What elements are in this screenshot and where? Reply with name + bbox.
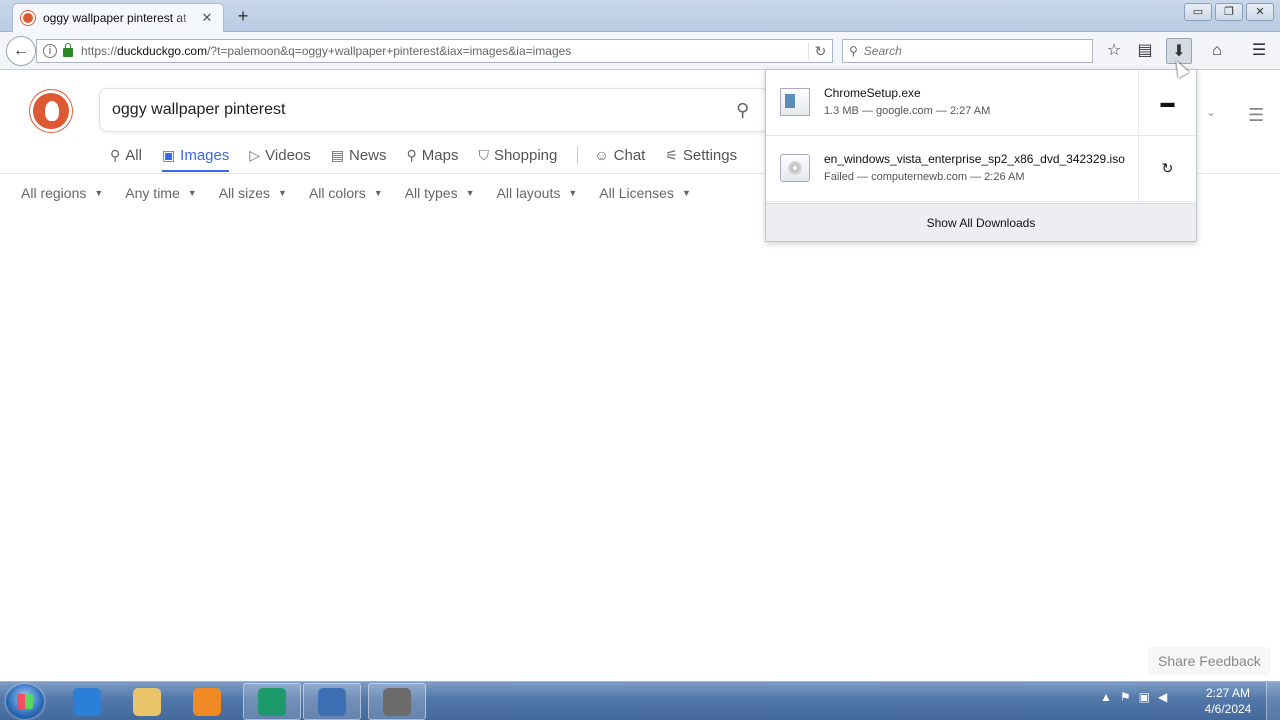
title-bar: oggy wallpaper pinterest at ✕ + ▭ ❐ ✕	[0, 0, 1280, 32]
taskbar-app-pale-moon[interactable]	[243, 683, 301, 720]
download-filename: ChromeSetup.exe	[824, 86, 921, 100]
settings-sliders-icon: ⚟	[665, 146, 678, 163]
duckduckgo-favicon-icon	[21, 11, 35, 25]
caret-down-icon: ▼	[278, 188, 287, 198]
caret-down-icon: ▼	[94, 188, 104, 198]
home-icon[interactable]: ⌂	[1204, 38, 1230, 64]
taskbar-app-file-explorer[interactable]	[118, 683, 176, 720]
image-icon: ▣	[161, 146, 176, 163]
caret-down-icon: ▼	[465, 188, 475, 198]
bookmark-star-icon[interactable]: ☆	[1101, 38, 1127, 64]
action-center-flag-icon[interactable]: ⚑	[1120, 690, 1131, 704]
filter-color[interactable]: All colors ▼	[309, 185, 383, 201]
tab-news[interactable]: ▤ News	[331, 140, 387, 170]
taskbar-app-app[interactable]	[368, 683, 426, 720]
minimize-button[interactable]: ▭	[1184, 3, 1212, 21]
filter-layout[interactable]: All layouts ▼	[497, 185, 578, 201]
news-icon: ▤	[330, 146, 344, 163]
ddg-search-icon[interactable]: ⚲	[736, 100, 749, 121]
media-player-icon	[193, 687, 221, 716]
system-tray: ▲ ⚑ ▣ ◀	[1100, 690, 1167, 704]
caret-down-icon: ▼	[373, 188, 383, 198]
filter-time[interactable]: Any time ▼	[125, 185, 196, 201]
download-status: 1.3 MB — google.com — 2:27 AM	[824, 105, 991, 117]
download-item[interactable]: ChromeSetup.exe 1.3 MB — google.com — 2:…	[766, 70, 1196, 136]
restore-button[interactable]: ❐	[1215, 3, 1243, 21]
windows-taskbar: ▲ ⚑ ▣ ◀ 2:27 AM 4/6/2024	[0, 681, 1280, 720]
taskbar-app-internet-explorer[interactable]	[58, 683, 116, 720]
filter-size[interactable]: All sizes ▼	[219, 185, 287, 201]
menu-icon[interactable]: ☰	[1246, 38, 1272, 64]
tab-videos[interactable]: ▷ Videos	[249, 140, 310, 170]
pale-moon-icon	[258, 687, 286, 716]
tab-maps[interactable]: ⚲ Maps	[407, 140, 459, 170]
caret-down-icon: ▼	[568, 188, 578, 198]
volume-muted-icon[interactable]: ◀	[1158, 690, 1167, 704]
caret-down-icon: ▼	[681, 188, 691, 198]
ddg-menu-icon[interactable]: ☰	[1248, 105, 1264, 126]
taskbar-app-virtualbox[interactable]	[303, 683, 361, 720]
filter-license[interactable]: All Licenses ▼	[599, 185, 691, 201]
filter-type[interactable]: All types ▼	[405, 185, 475, 201]
tab-divider	[577, 146, 579, 164]
iso-file-icon	[780, 154, 810, 182]
settings-button[interactable]: ⚟ Settings	[665, 140, 737, 170]
url-bar[interactable]: i https://duckduckgo.com/?t=palemoon&q=o…	[36, 39, 833, 63]
tab-shopping[interactable]: ⛉ Shopping	[478, 140, 557, 170]
ddg-search-tabs: ⚲ All ▣ Images ▷ Videos ▤ News ⚲ Maps ⛉ Shoppi…	[110, 140, 757, 174]
caret-down-icon: ▼	[187, 188, 197, 198]
chevron-down-icon[interactable]: ⌄	[1206, 105, 1216, 119]
downloads-panel: ChromeSetup.exe 1.3 MB — google.com — 2:…	[765, 69, 1197, 242]
download-filename: en_windows_vista_enterprise_sp2_x86_dvd_…	[824, 152, 1125, 166]
play-icon: ▷	[249, 146, 261, 163]
pin-icon: ⚲	[406, 146, 417, 163]
tab-close-icon[interactable]: ✕	[199, 10, 215, 26]
browser-search-input[interactable]	[863, 44, 1064, 58]
reload-icon[interactable]: ↻	[808, 42, 832, 60]
network-icon[interactable]: ▣	[1139, 690, 1150, 704]
retry-icon[interactable]: ↻	[1138, 136, 1196, 201]
show-all-downloads-button[interactable]: Show All Downloads	[766, 203, 1196, 241]
browser-search-bar[interactable]: ⚲	[842, 39, 1093, 63]
new-tab-button[interactable]: +	[233, 5, 253, 27]
ddg-search-input[interactable]	[112, 101, 712, 119]
duckduckgo-logo[interactable]	[30, 90, 72, 132]
download-item[interactable]: en_windows_vista_enterprise_sp2_x86_dvd_…	[766, 136, 1196, 202]
window-controls: ▭ ❐ ✕	[1184, 3, 1274, 21]
search-icon: ⚲	[849, 44, 858, 58]
url-text[interactable]: https://duckduckgo.com/?t=palemoon&q=ogg…	[81, 44, 808, 58]
ddg-search-box[interactable]: ⚲	[99, 88, 769, 132]
site-info-icon[interactable]: i	[43, 44, 57, 58]
app-icon	[383, 687, 411, 716]
share-feedback-button[interactable]: Share Feedback	[1148, 647, 1271, 675]
tab-title: oggy wallpaper pinterest at	[43, 11, 187, 25]
system-clock[interactable]: 2:27 AM 4/6/2024	[1196, 685, 1260, 717]
bag-icon: ⛉	[478, 146, 489, 163]
download-status: Failed — computernewb.com — 2:26 AM	[824, 171, 1025, 183]
image-filters: All regions ▼ Any time ▼ All sizes ▼ All co…	[21, 185, 713, 201]
tab-chat[interactable]: ☺ Chat	[594, 140, 645, 170]
start-button[interactable]	[6, 684, 44, 719]
exe-file-icon	[780, 88, 810, 116]
taskbar-app-media-player[interactable]	[178, 683, 236, 720]
internet-explorer-icon	[73, 687, 101, 716]
tab-images[interactable]: ▣ Images	[161, 140, 230, 172]
back-button[interactable]: ←	[6, 36, 36, 66]
filter-region[interactable]: All regions ▼	[21, 185, 103, 201]
chat-icon: ☺	[594, 147, 609, 163]
reader-view-icon[interactable]: ▤	[1132, 38, 1158, 64]
show-hidden-icons-icon[interactable]: ▲	[1100, 690, 1112, 704]
tab-all[interactable]: ⚲ All	[110, 140, 142, 170]
show-desktop-button[interactable]	[1266, 682, 1280, 720]
search-icon: ⚲	[110, 146, 121, 163]
browser-tab[interactable]: oggy wallpaper pinterest at ✕	[12, 3, 224, 32]
lock-icon	[63, 43, 73, 57]
virtualbox-icon	[318, 687, 346, 716]
navigation-bar: ← i https://duckduckgo.com/?t=palemoon&q…	[0, 32, 1280, 70]
close-window-button[interactable]: ✕	[1246, 3, 1274, 21]
file-explorer-icon	[133, 687, 161, 716]
open-folder-icon[interactable]: ▬	[1138, 70, 1196, 135]
